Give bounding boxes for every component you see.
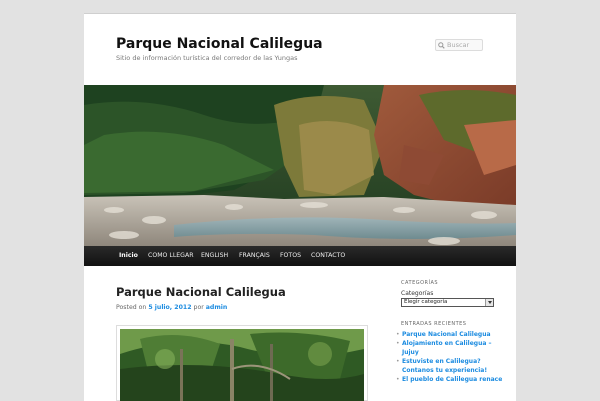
- main-nav: Inicio COMO LLEGAR ENGLISH FRANÇAIS FOTO…: [84, 246, 516, 266]
- post-title[interactable]: Parque Nacional Calilegua: [116, 285, 286, 299]
- forest-photo: [120, 329, 364, 401]
- list-item[interactable]: Estuviste en Calilegua? Contanos tu expe…: [394, 358, 504, 375]
- site-title[interactable]: Parque Nacional Calilegua: [116, 36, 323, 52]
- list-item[interactable]: Parque Nacional Calilegua: [394, 331, 504, 340]
- nav-item-english[interactable]: ENGLISH: [201, 246, 228, 266]
- search-box[interactable]: [435, 39, 483, 51]
- posted-on-label: Posted on: [116, 304, 147, 311]
- search-icon: [438, 41, 445, 49]
- list-item[interactable]: Alojamiento en Calilegua – Jujuy: [394, 340, 504, 357]
- nav-item-contacto[interactable]: CONTACTO: [311, 246, 345, 266]
- by-label: por: [193, 304, 204, 311]
- list-item[interactable]: El pueblo de Calilegua renace: [394, 376, 504, 385]
- nav-item-como-llegar[interactable]: COMO LLEGAR: [148, 246, 194, 266]
- chevron-down-icon[interactable]: [485, 299, 493, 306]
- categories-widget-title: CATEGORÍAS: [401, 280, 439, 286]
- nav-item-fotos[interactable]: FOTOS: [280, 246, 301, 266]
- categories-select[interactable]: Elegir categoría: [401, 298, 494, 307]
- recent-posts-list: Parque Nacional Calilegua Alojamiento en…: [394, 331, 504, 386]
- site-description: Sitio de información turística del corre…: [116, 54, 298, 62]
- post-date-link[interactable]: 5 julio, 2012: [148, 304, 191, 311]
- categories-label: Categorías: [401, 290, 434, 297]
- page-container: Parque Nacional Calilegua Sitio de infor…: [84, 13, 516, 401]
- nav-item-francais[interactable]: FRANÇAIS: [239, 246, 270, 266]
- post-author-link[interactable]: admin: [206, 304, 228, 311]
- post-image: [116, 325, 368, 401]
- post-meta: Posted on 5 julio, 2012 por admin: [116, 304, 227, 311]
- recent-posts-widget-title: ENTRADAS RECIENTES: [401, 321, 467, 327]
- header-banner-image: [84, 85, 516, 246]
- nav-item-inicio[interactable]: Inicio: [119, 246, 138, 266]
- search-input[interactable]: [447, 40, 482, 50]
- categories-select-value: Elegir categoría: [404, 299, 448, 305]
